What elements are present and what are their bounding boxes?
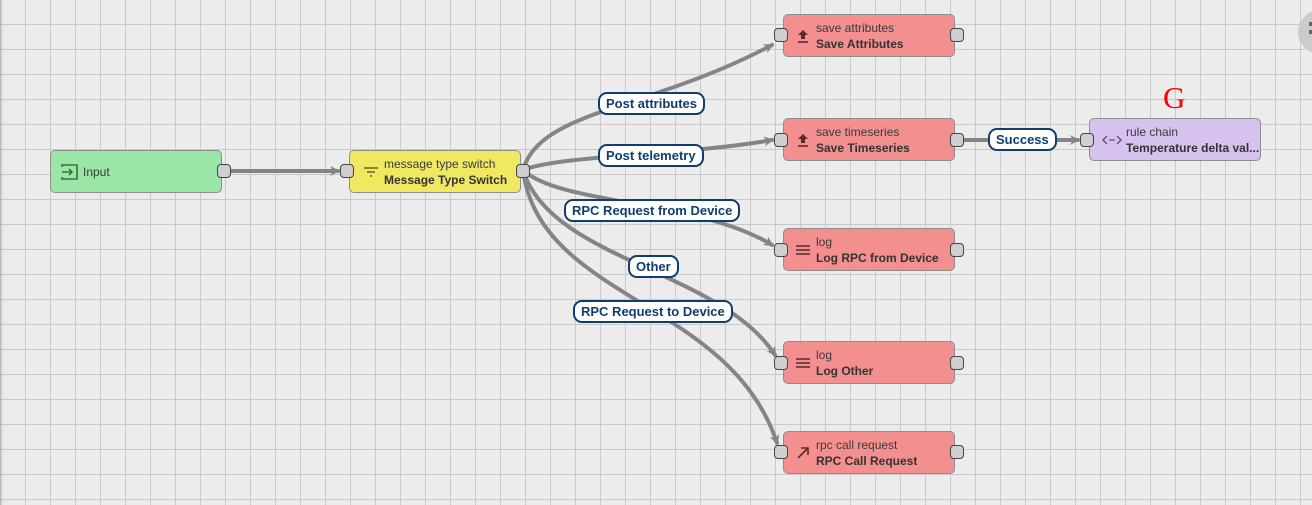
node-rpc-call-name: RPC Call Request [816, 453, 918, 468]
edge-label-post-telemetry[interactable]: Post telemetry [598, 144, 704, 167]
edge-label-rpc-from-device[interactable]: RPC Request from Device [564, 199, 741, 222]
node-save-timeseries[interactable]: save timeseries Save Timeseries [783, 118, 955, 161]
node-input-output-port[interactable] [217, 164, 231, 178]
node-rpc-call-output-port[interactable] [950, 445, 964, 459]
node-save-attributes[interactable]: save attributes Save Attributes [783, 14, 955, 57]
node-log-other-output-port[interactable] [950, 356, 964, 370]
node-switch-type: message type switch [384, 156, 496, 171]
edge-label-other[interactable]: Other [628, 255, 679, 278]
node-save-attributes-output-port[interactable] [950, 28, 964, 42]
edges-layer [229, 43, 1080, 445]
node-log-other[interactable]: log Log Other [783, 341, 955, 384]
upload-icon [794, 27, 812, 45]
node-rule-chain-input-port[interactable] [1080, 133, 1094, 147]
node-save-attributes-type: save attributes [816, 20, 895, 35]
node-log-rpc-input-port[interactable] [774, 243, 788, 257]
node-switch-input-port[interactable] [340, 164, 354, 178]
node-log-rpc-name: Log RPC from Device [816, 250, 939, 265]
node-save-timeseries-output-port[interactable] [950, 133, 964, 147]
node-input-name: Input [83, 164, 110, 179]
edge-label-rpc-to-device[interactable]: RPC Request to Device [573, 300, 733, 323]
node-input[interactable]: Input [50, 150, 222, 193]
node-save-timeseries-name: Save Timeseries [816, 140, 910, 155]
node-rpc-call-type: rpc call request [816, 437, 898, 452]
node-log-other-input-port[interactable] [774, 356, 788, 370]
node-rpc-call-request[interactable]: rpc call request RPC Call Request [783, 431, 955, 474]
node-log-other-name: Log Other [816, 363, 874, 378]
overlay-letter-marker: G [1163, 80, 1186, 115]
node-log-other-type: log [816, 347, 833, 362]
upload-icon [794, 131, 812, 149]
node-log-rpc-type: log [816, 234, 833, 249]
node-log-rpc-output-port[interactable] [950, 243, 964, 257]
code-brackets-icon [1102, 131, 1122, 149]
node-switch-name: Message Type Switch [384, 172, 508, 187]
node-rule-chain-type: rule chain [1126, 124, 1179, 139]
node-message-type-switch[interactable]: message type switch Message Type Switch [349, 150, 521, 193]
edge-label-success[interactable]: Success [988, 128, 1057, 151]
arrow-up-right-icon [794, 444, 812, 462]
edge-label-post-attributes[interactable]: Post attributes [598, 92, 706, 115]
node-log-rpc-from-device[interactable]: log Log RPC from Device [783, 228, 955, 271]
node-rpc-call-input-port[interactable] [774, 445, 788, 459]
node-rule-chain-name: Temperature delta val... [1126, 140, 1260, 155]
node-switch-output-port[interactable] [516, 164, 530, 178]
menu-lines-icon [794, 241, 812, 259]
input-icon [61, 163, 79, 181]
node-rule-chain[interactable]: rule chain Temperature delta val... [1089, 118, 1261, 161]
node-save-attributes-input-port[interactable] [774, 28, 788, 42]
node-save-timeseries-input-port[interactable] [774, 133, 788, 147]
node-save-timeseries-type: save timeseries [816, 124, 900, 139]
menu-lines-icon [794, 354, 812, 372]
node-save-attributes-name: Save Attributes [816, 36, 904, 51]
filter-icon [362, 163, 380, 181]
